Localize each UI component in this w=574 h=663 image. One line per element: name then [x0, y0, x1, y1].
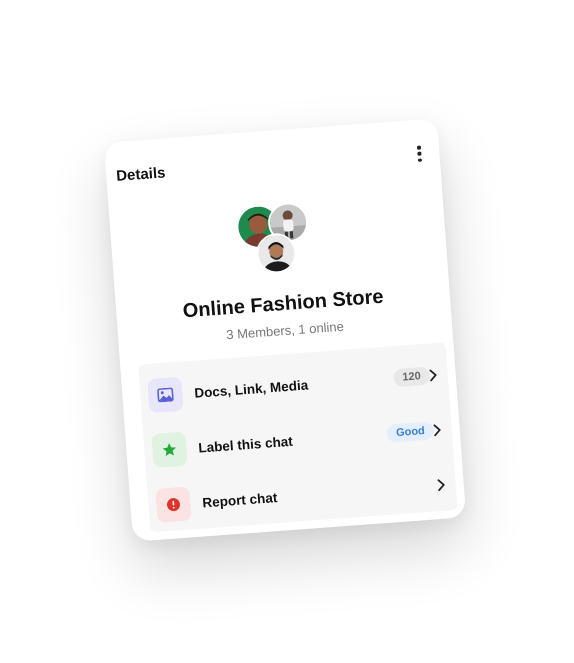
- star-icon: [151, 431, 188, 468]
- option-docs-link-media[interactable]: Docs, Link, Media 120: [147, 356, 449, 414]
- stage: Details Online Fashion Store 3 Members, …: [0, 0, 574, 663]
- option-label-this-chat[interactable]: Label this chat Good: [151, 411, 453, 469]
- card-title: Details: [115, 164, 166, 185]
- option-label: Label this chat: [197, 433, 294, 456]
- more-vertical-icon: [417, 145, 421, 150]
- image-icon: [147, 376, 184, 414]
- alert-icon: [155, 486, 192, 523]
- label-status-badge: Good: [386, 421, 435, 443]
- media-count-badge: 120: [392, 366, 431, 388]
- member-avatars[interactable]: [236, 200, 322, 278]
- options-list: Docs, Link, Media 120 Label this chat Go…: [138, 342, 458, 533]
- option-report-chat[interactable]: Report chat: [155, 466, 457, 524]
- option-label: Docs, Link, Media: [193, 376, 309, 401]
- chevron-right-icon: [429, 369, 437, 382]
- option-label: Report chat: [201, 489, 278, 510]
- chevron-right-icon: [433, 424, 441, 437]
- more-options-button[interactable]: [413, 143, 426, 164]
- chevron-right-icon: [437, 479, 445, 492]
- details-card: Details Online Fashion Store 3 Members, …: [103, 118, 467, 542]
